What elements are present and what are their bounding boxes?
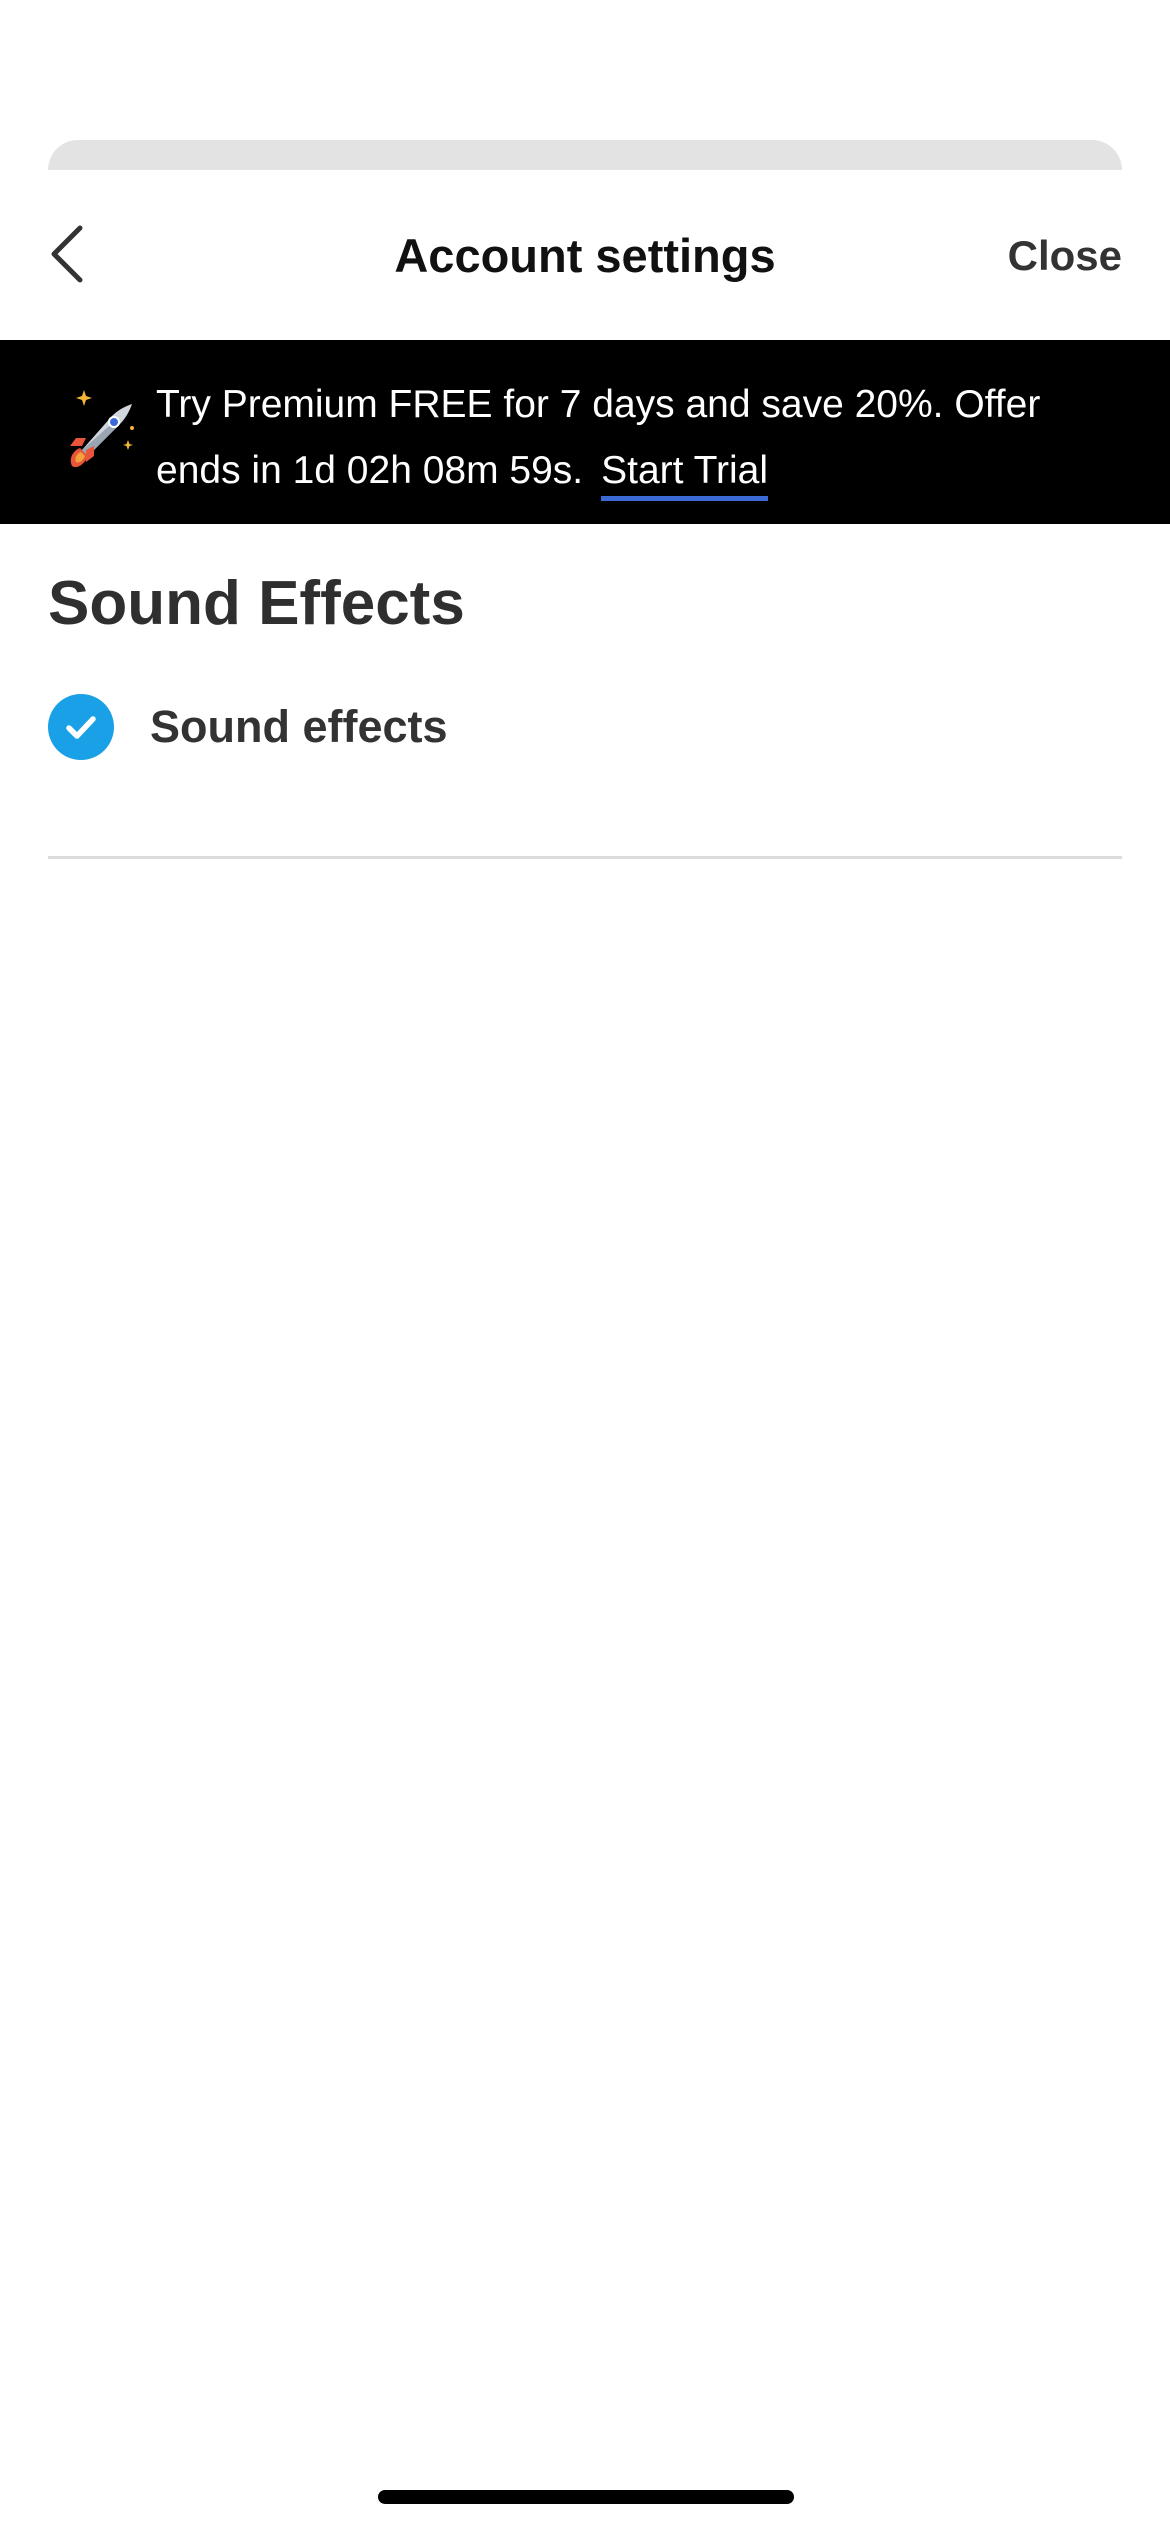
home-indicator bbox=[378, 2490, 794, 2504]
close-button[interactable]: Close bbox=[1008, 232, 1122, 280]
promo-message: Try Premium FREE for 7 days and save 20%… bbox=[156, 383, 1041, 492]
check-icon bbox=[62, 708, 100, 746]
section-title: Sound Effects bbox=[48, 569, 465, 638]
sound-effects-label: Sound effects bbox=[150, 701, 448, 752]
checkbox-checked[interactable] bbox=[48, 694, 114, 760]
sheet-handle bbox=[48, 140, 1122, 170]
divider bbox=[48, 856, 1122, 859]
rocket-icon bbox=[62, 388, 138, 474]
promo-text: Try Premium FREE for 7 days and save 20%… bbox=[156, 372, 1116, 504]
header: Account settings Close bbox=[0, 170, 1170, 340]
start-trial-link[interactable]: Start Trial bbox=[601, 446, 769, 501]
premium-promo-banner: Try Premium FREE for 7 days and save 20%… bbox=[0, 340, 1170, 524]
page-title: Account settings bbox=[394, 229, 776, 282]
sound-effects-toggle[interactable]: Sound effects bbox=[48, 694, 448, 760]
